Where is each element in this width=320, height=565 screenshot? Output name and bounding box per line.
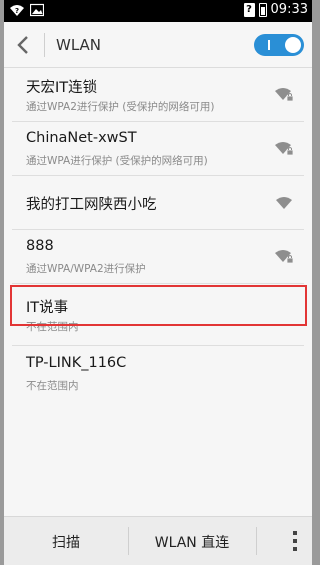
svg-text:?: ? <box>15 7 19 15</box>
status-bar: ? ? 09:33 <box>4 0 312 22</box>
more-options-icon[interactable] <box>292 530 298 552</box>
wifi-locked-icon <box>275 88 294 102</box>
network-ssid: 888 <box>26 238 54 254</box>
page-title: WLAN <box>56 36 102 54</box>
image-icon <box>30 3 44 17</box>
network-row[interactable]: IT说事 不在范围内 <box>12 284 304 346</box>
bottom-action-bar: 扫描 WLAN 直连 <box>4 516 312 565</box>
network-ssid: ChinaNet-xwST <box>26 130 137 146</box>
network-row[interactable]: 我的打工网陕西小吃 <box>12 176 304 230</box>
wifi-question-icon: ? <box>10 5 24 16</box>
wlan-toggle-switch[interactable] <box>254 34 304 56</box>
bottom-bar-divider <box>256 527 257 555</box>
network-ssid: 天宏IT连锁 <box>26 80 98 96</box>
wifi-locked-icon <box>275 142 294 156</box>
scan-button[interactable]: 扫描 <box>4 517 128 565</box>
toggle-on-mark <box>268 40 270 50</box>
action-bar-divider <box>44 33 45 57</box>
wifi-locked-icon <box>275 250 294 264</box>
network-status: 通过WPA/WPA2进行保护 <box>26 263 146 275</box>
network-list: 天宏IT连锁 通过WPA2进行保护 (受保护的网络可用) ChinaNet-xw… <box>4 68 312 400</box>
network-status: 通过WPA2进行保护 (受保护的网络可用) <box>26 101 215 113</box>
wlan-settings-screen: ? ? 09:33 WLAN 天宏IT连锁 通过WPA2进行保护 (受保护的网络… <box>4 0 312 565</box>
network-ssid: TP-LINK_116C <box>26 355 127 371</box>
battery-icon <box>258 2 267 17</box>
network-status: 不在范围内 <box>26 380 79 392</box>
wifi-signal-icon <box>276 197 292 209</box>
status-time: 09:33 <box>270 2 308 17</box>
toggle-knob <box>285 37 301 53</box>
network-row[interactable]: TP-LINK_116C 不在范围内 <box>12 346 304 400</box>
network-ssid: 我的打工网陕西小吃 <box>26 197 157 213</box>
back-arrow-icon[interactable] <box>12 33 36 57</box>
network-row[interactable]: 天宏IT连锁 通过WPA2进行保护 (受保护的网络可用) <box>12 68 304 122</box>
network-row[interactable]: ChinaNet-xwST 通过WPA进行保护 (受保护的网络可用) <box>12 122 304 176</box>
network-status: 不在范围内 <box>26 321 79 333</box>
action-bar: WLAN <box>4 22 312 68</box>
network-ssid: IT说事 <box>26 300 69 316</box>
sim-question-icon: ? <box>243 2 255 17</box>
wlan-direct-button[interactable]: WLAN 直连 <box>128 517 256 565</box>
network-row[interactable]: 888 通过WPA/WPA2进行保护 <box>12 230 304 284</box>
network-status: 通过WPA进行保护 (受保护的网络可用) <box>26 155 208 167</box>
